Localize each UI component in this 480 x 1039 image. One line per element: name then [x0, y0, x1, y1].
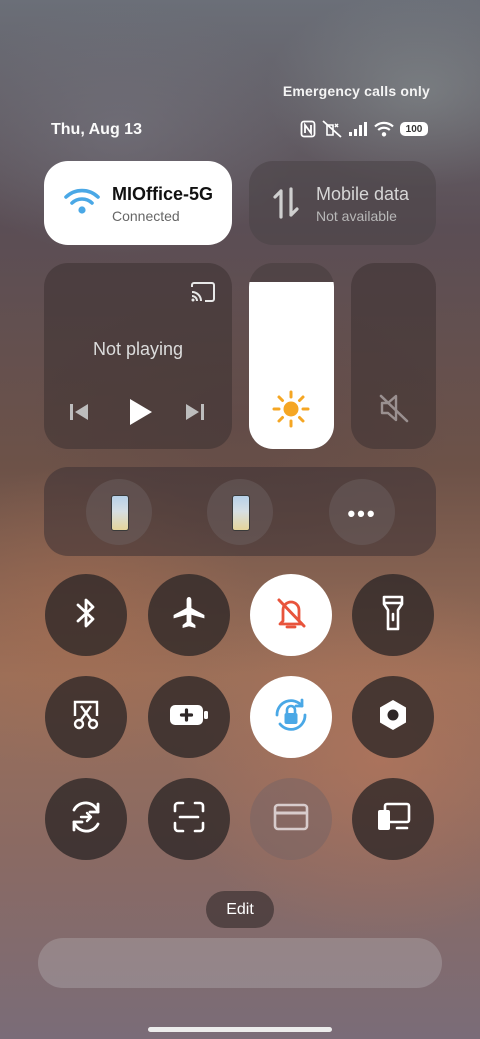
card-icon [273, 803, 309, 836]
signal-icon [348, 121, 368, 137]
date-label: Thu, Aug 13 [51, 121, 142, 138]
scissors-icon [69, 698, 103, 737]
wifi-tile[interactable]: MIOffice-5G Connected [44, 161, 232, 245]
mute-toggle[interactable] [250, 574, 332, 656]
phone-device-icon [232, 495, 250, 531]
brightness-slider[interactable] [249, 263, 334, 449]
device-strip: ••• [44, 467, 436, 556]
scanner-toggle[interactable] [148, 778, 230, 860]
devices-icon [375, 802, 411, 837]
settings-toggle[interactable] [352, 676, 434, 758]
mobile-data-status: Not available [316, 208, 397, 224]
rotation-lock-toggle[interactable] [250, 676, 332, 758]
battery-saver-toggle[interactable] [148, 676, 230, 758]
home-indicator[interactable] [148, 1027, 332, 1032]
scan-icon [172, 800, 206, 839]
flashlight-toggle[interactable] [352, 574, 434, 656]
nfc-icon [300, 120, 316, 138]
wifi-network-name: MIOffice-5G [112, 184, 214, 204]
sync-toggle[interactable] [45, 778, 127, 860]
airplane-icon [171, 595, 207, 636]
bluetooth-icon [72, 595, 100, 636]
cast-icon[interactable] [190, 281, 216, 308]
previous-track-icon[interactable] [68, 401, 90, 428]
system-icons: 100 [300, 118, 428, 140]
device-button-1[interactable] [86, 479, 152, 545]
volume-slider[interactable] [351, 263, 436, 449]
media-player-card[interactable]: Not playing [44, 263, 232, 449]
more-icon: ••• [347, 501, 377, 526]
phone-device-icon [111, 495, 129, 531]
next-track-icon[interactable] [184, 401, 206, 428]
bluetooth-toggle[interactable] [45, 574, 127, 656]
mobile-data-label: Mobile data [316, 184, 410, 204]
bell-off-icon [274, 595, 308, 636]
flashlight-icon [381, 594, 405, 637]
data-transfer-icon [271, 185, 301, 226]
wifi-icon [64, 188, 100, 221]
hexagon-icon [376, 698, 410, 737]
wallet-toggle[interactable] [250, 778, 332, 860]
media-status: Not playing [92, 339, 184, 359]
airplane-mode-toggle[interactable] [148, 574, 230, 656]
sync-icon [67, 798, 105, 841]
volume-muted-icon [378, 393, 410, 428]
battery-icon: 100 [400, 122, 428, 136]
mobile-data-tile[interactable]: Mobile data Not available [249, 161, 436, 245]
screenshot-toggle[interactable] [45, 676, 127, 758]
sun-icon [271, 389, 311, 434]
dock-background [38, 938, 442, 988]
cast-devices-toggle[interactable] [352, 778, 434, 860]
battery-plus-icon [169, 703, 209, 732]
carrier-status: Emergency calls only [282, 83, 430, 99]
play-icon[interactable] [126, 397, 154, 432]
wifi-status-icon [374, 121, 394, 137]
wifi-status: Connected [112, 208, 180, 224]
rotation-lock-icon [272, 696, 310, 739]
device-button-2[interactable] [207, 479, 273, 545]
silent-icon [322, 120, 342, 138]
edit-button[interactable]: Edit [206, 891, 274, 928]
more-devices-button[interactable]: ••• [329, 479, 395, 545]
